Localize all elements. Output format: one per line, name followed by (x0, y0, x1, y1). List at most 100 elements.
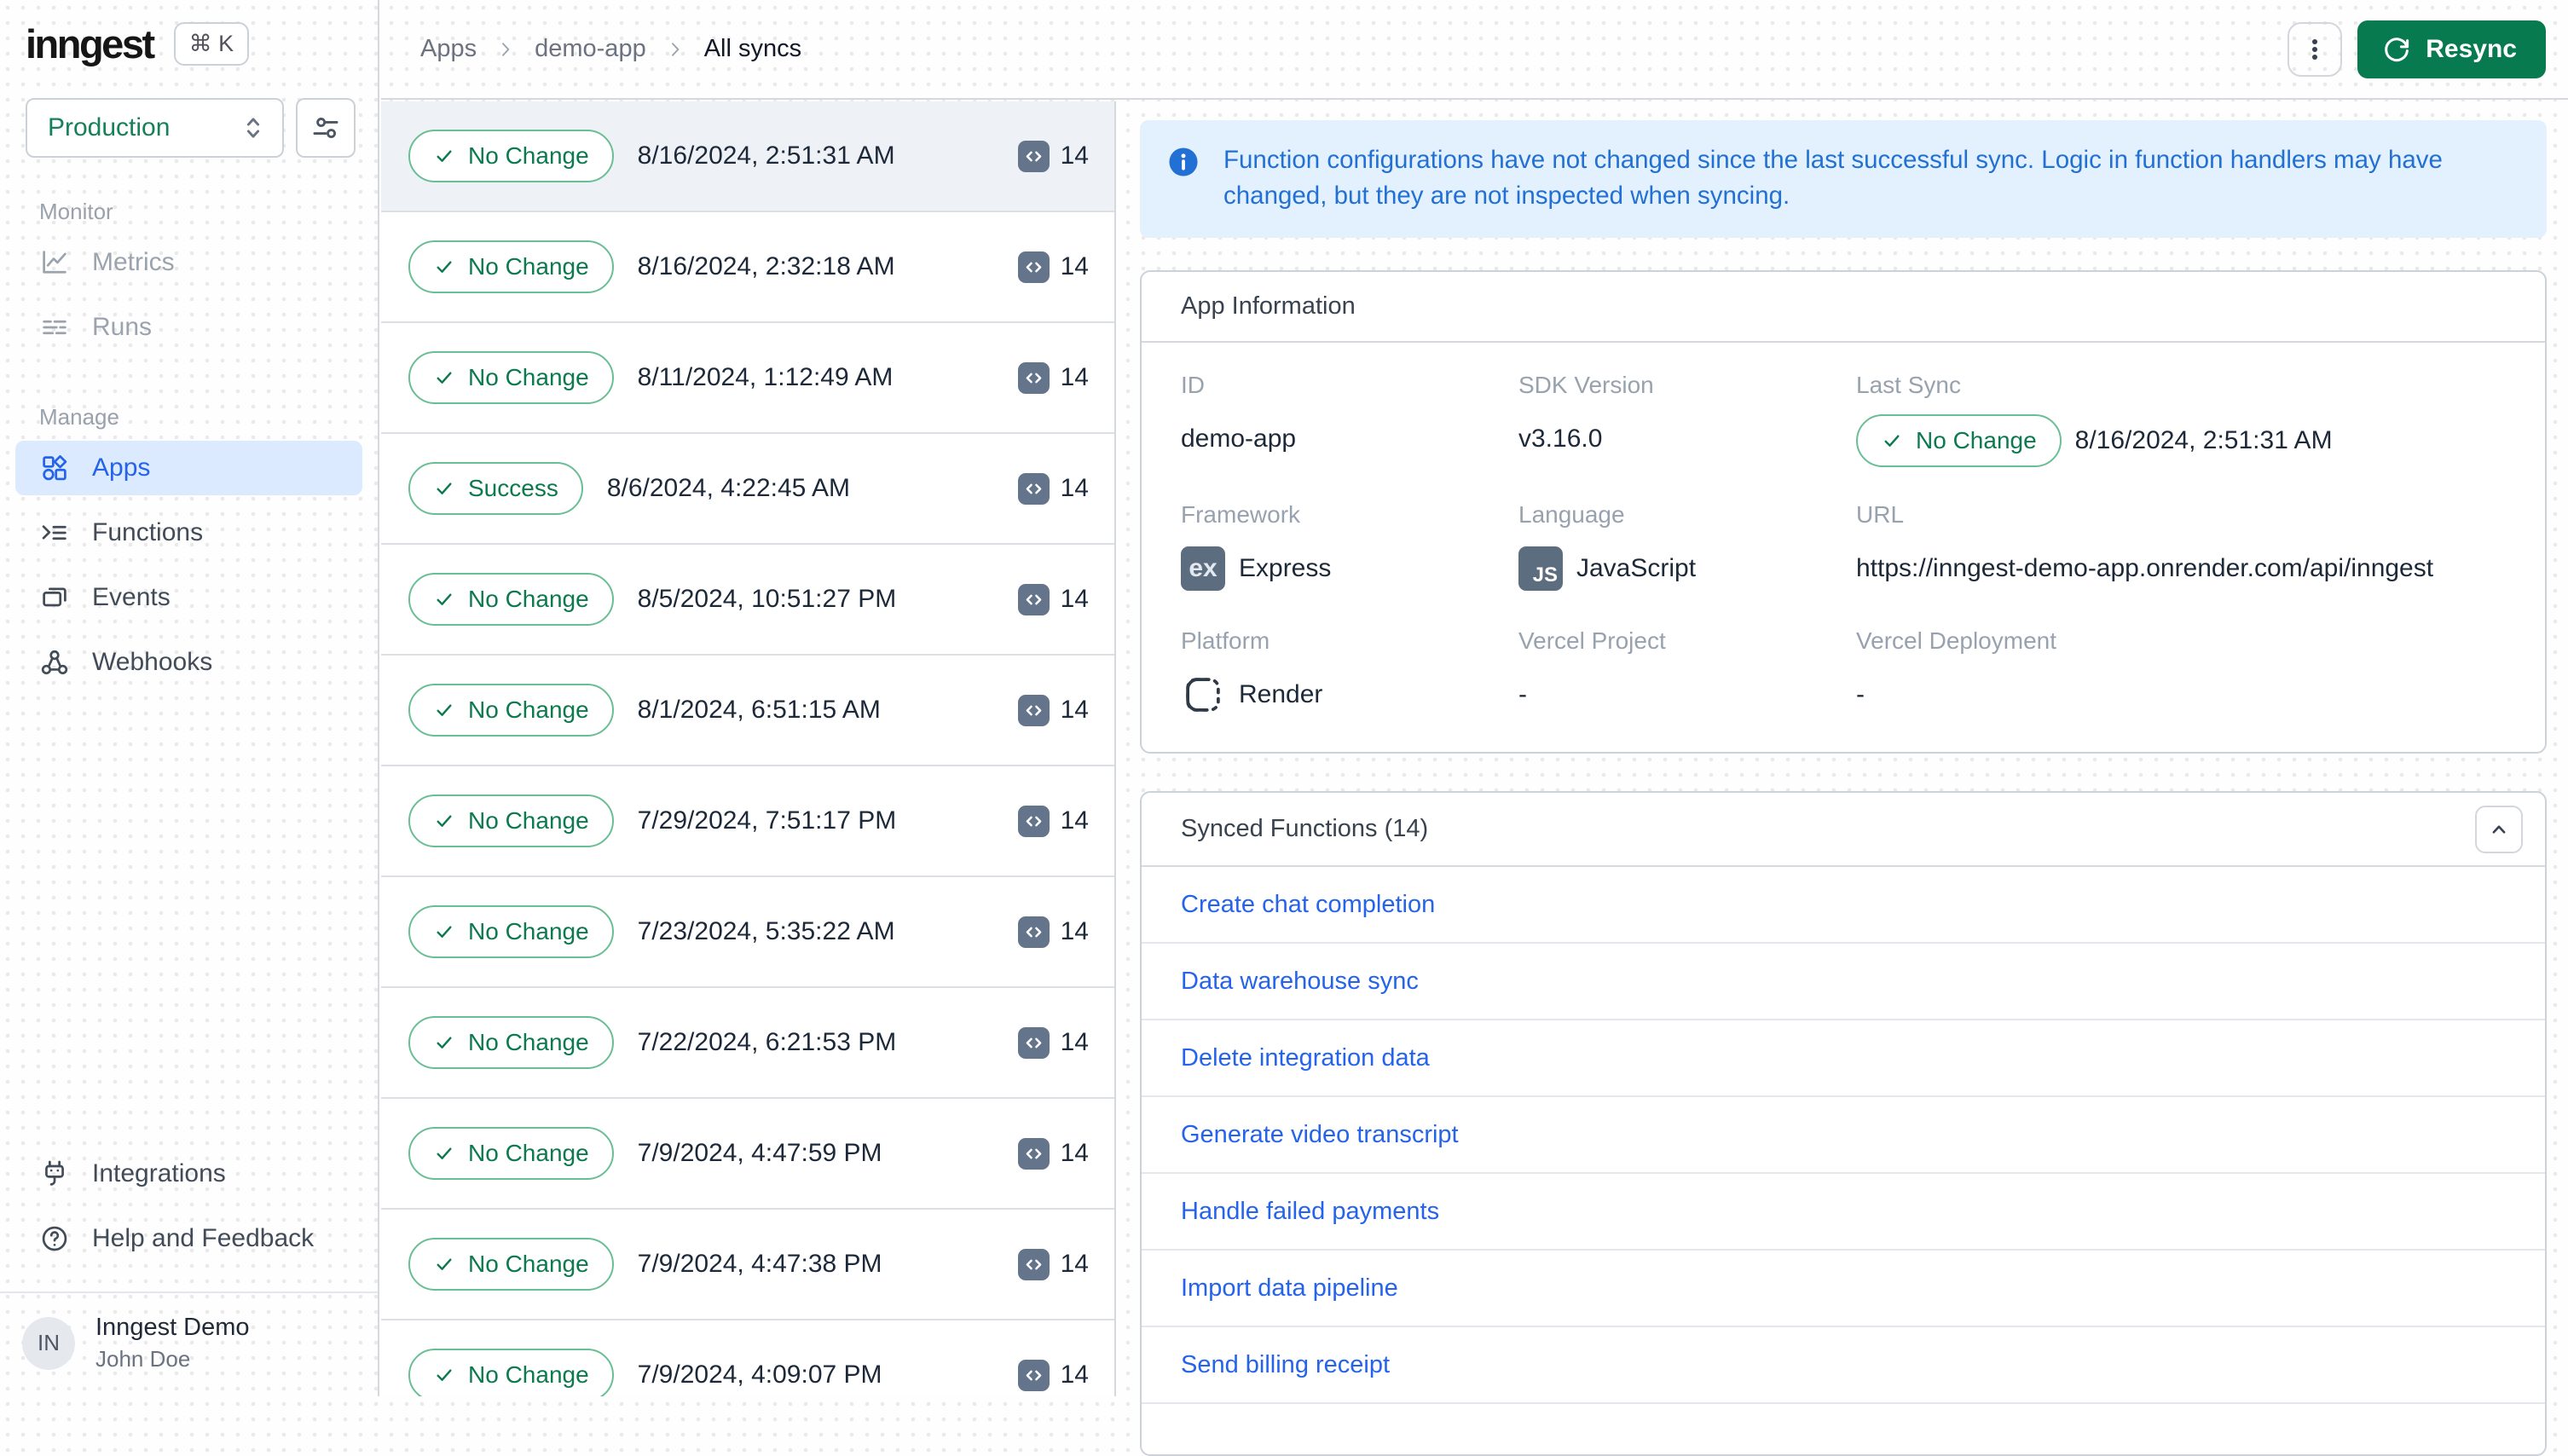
check-icon (433, 588, 455, 610)
sync-list: No Change 8/16/2024, 2:51:31 AM 14 No Ch… (381, 101, 1116, 1396)
sidebar-item-apps[interactable]: Apps (15, 441, 362, 495)
resync-button[interactable]: Resync (2357, 20, 2546, 78)
sidebar-item-label: Metrics (92, 248, 175, 276)
function-link-send-billing-receipt[interactable]: Send billing receipt (1181, 1351, 1390, 1379)
sync-timestamp: 8/1/2024, 6:51:15 AM (637, 696, 881, 724)
collapse-button[interactable] (2475, 805, 2523, 853)
sidebar-item-label: Events (92, 583, 171, 611)
code-brackets-icon (1022, 699, 1045, 722)
field-last-sync: Last Sync No Change 8/16/2024, 2:51:31 A… (1856, 372, 2506, 467)
status-badge-label: No Change (468, 1140, 589, 1166)
field-value: https://inngest-demo-app.onrender.com/ap… (1856, 554, 2434, 582)
function-row: Handle failed payments (1142, 1174, 2545, 1251)
code-brackets-icon (1022, 921, 1045, 944)
environment-settings-button[interactable] (296, 98, 356, 158)
function-link-generate-video-transcript[interactable]: Generate video transcript (1181, 1121, 1459, 1149)
sidebar-item-runs[interactable]: Runs (15, 300, 362, 355)
sync-row[interactable]: No Change 7/23/2024, 5:35:22 AM 14 (381, 877, 1114, 988)
check-icon (433, 699, 455, 721)
status-badge-label: No Change (468, 364, 589, 390)
sliders-icon (309, 112, 342, 144)
field-value: JavaScript (1576, 554, 1697, 582)
code-brackets-icon (1022, 810, 1045, 833)
sidebar-item-metrics[interactable]: Metrics (15, 235, 362, 290)
page-header: Apps demo-app All syncs Resync (381, 0, 2568, 100)
function-count: 14 (1060, 1028, 1089, 1056)
field-label: ID (1181, 372, 1205, 398)
sidebar-item-events[interactable]: Events (15, 570, 362, 625)
function-count-icon (1017, 472, 1050, 505)
sidebar-item-integrations[interactable]: Integrations (15, 1147, 362, 1201)
javascript-icon: JS (1518, 546, 1563, 591)
function-link-create-chat-completion[interactable]: Create chat completion (1181, 891, 1435, 919)
sidebar-item-webhooks[interactable]: Webhooks (15, 635, 362, 690)
function-link-delete-integration-data[interactable]: Delete integration data (1181, 1044, 1430, 1072)
sync-timestamp: 7/23/2024, 5:35:22 AM (637, 917, 895, 945)
field-value: Render (1239, 680, 1323, 708)
breadcrumb-all-syncs: All syncs (703, 35, 802, 62)
sidebar-footer: Integrations Help and Feedback IN Innges… (0, 1136, 378, 1396)
sync-row[interactable]: No Change 8/16/2024, 2:51:31 AM 14 (381, 101, 1114, 212)
sync-row[interactable]: No Change 8/11/2024, 1:12:49 AM 14 (381, 323, 1114, 434)
function-row: Delete integration data (1142, 1020, 2545, 1097)
functions-icon (39, 517, 70, 548)
function-count: 14 (1060, 917, 1089, 945)
inngest-logo[interactable]: inngest (26, 20, 155, 67)
sync-row[interactable]: No Change 8/5/2024, 10:51:27 PM 14 (381, 545, 1114, 656)
function-row: Generate video transcript (1142, 1097, 2545, 1174)
breadcrumb-demo-app[interactable]: demo-app (535, 35, 646, 63)
resync-button-label: Resync (2426, 34, 2517, 63)
info-banner-text: Function configurations have not changed… (1223, 146, 2443, 210)
user-menu[interactable]: IN Inngest Demo John Doe (0, 1293, 378, 1384)
function-link-handle-failed-payments[interactable]: Handle failed payments (1181, 1198, 1439, 1226)
function-link-data-warehouse-sync[interactable]: Data warehouse sync (1181, 968, 1419, 996)
breadcrumb-chevron-icon (665, 39, 685, 60)
field-framework: Framework ex Express (1181, 501, 1518, 593)
sync-row[interactable]: Success 8/6/2024, 4:22:45 AM 14 (381, 434, 1114, 545)
sync-row[interactable]: No Change 8/16/2024, 2:32:18 AM 14 (381, 212, 1114, 323)
sync-row[interactable]: No Change 7/22/2024, 6:21:53 PM 14 (381, 988, 1114, 1099)
integrations-icon (39, 1158, 70, 1189)
status-badge-label: No Change (468, 807, 589, 834)
logo-row: inngest ⌘ K (0, 0, 378, 67)
status-badge: No Change (1856, 414, 2062, 467)
field-label: Platform (1181, 627, 1270, 654)
sync-row[interactable]: No Change 7/9/2024, 4:47:38 PM 14 (381, 1210, 1114, 1320)
sync-timestamp: 7/9/2024, 4:09:07 PM (637, 1361, 882, 1389)
app-information-title: App Information (1181, 292, 1356, 320)
sidebar-nav: Monitor Metrics Runs Manage Apps Functio… (0, 199, 378, 690)
sync-row[interactable]: No Change 7/29/2024, 7:51:17 PM 14 (381, 766, 1114, 877)
environment-select[interactable]: Production (26, 98, 284, 158)
sync-row[interactable]: No Change 7/9/2024, 4:47:59 PM 14 (381, 1099, 1114, 1210)
status-badge-label: No Change (468, 142, 589, 169)
field-label: Framework (1181, 501, 1301, 528)
sync-timestamp: 8/5/2024, 10:51:27 PM (637, 585, 897, 613)
status-badge-label: Success (468, 475, 558, 501)
code-brackets-icon (1022, 367, 1045, 390)
field-vercel-deployment: Vercel Deployment - (1856, 627, 2506, 719)
breadcrumb-apps[interactable]: Apps (420, 35, 477, 63)
sync-timestamp: 8/11/2024, 1:12:49 AM (637, 363, 894, 391)
status-badge-label: No Change (468, 1029, 589, 1055)
field-value: - (1856, 680, 1865, 708)
sync-timestamp: 7/22/2024, 6:21:53 PM (637, 1028, 897, 1056)
status-badge-label: No Change (468, 696, 589, 723)
function-link-import-data-pipeline[interactable]: Import data pipeline (1181, 1274, 1398, 1303)
field-label: Last Sync (1856, 372, 1961, 398)
sidebar-item-functions[interactable]: Functions (15, 506, 362, 560)
command-k-shortcut[interactable]: ⌘ K (173, 22, 250, 66)
apps-icon (39, 453, 70, 483)
sync-row[interactable]: No Change 8/1/2024, 6:51:15 AM 14 (381, 656, 1114, 766)
breadcrumb-chevron-icon (495, 39, 516, 60)
code-brackets-icon (1022, 588, 1045, 611)
sidebar-item-label: Help and Feedback (92, 1224, 315, 1252)
sync-row[interactable]: No Change 7/9/2024, 4:09:07 PM 14 (381, 1320, 1114, 1396)
field-vercel-project: Vercel Project - (1518, 627, 1856, 719)
sidebar-item-label: Runs (92, 313, 153, 341)
sidebar-item-help-and-feedback[interactable]: Help and Feedback (15, 1211, 362, 1266)
status-badge: No Change (408, 684, 614, 737)
more-options-button[interactable] (2287, 21, 2343, 77)
status-badge: No Change (408, 1238, 614, 1291)
runs-icon (39, 312, 70, 343)
field-sdk-version: SDK Version v3.16.0 (1518, 372, 1856, 467)
